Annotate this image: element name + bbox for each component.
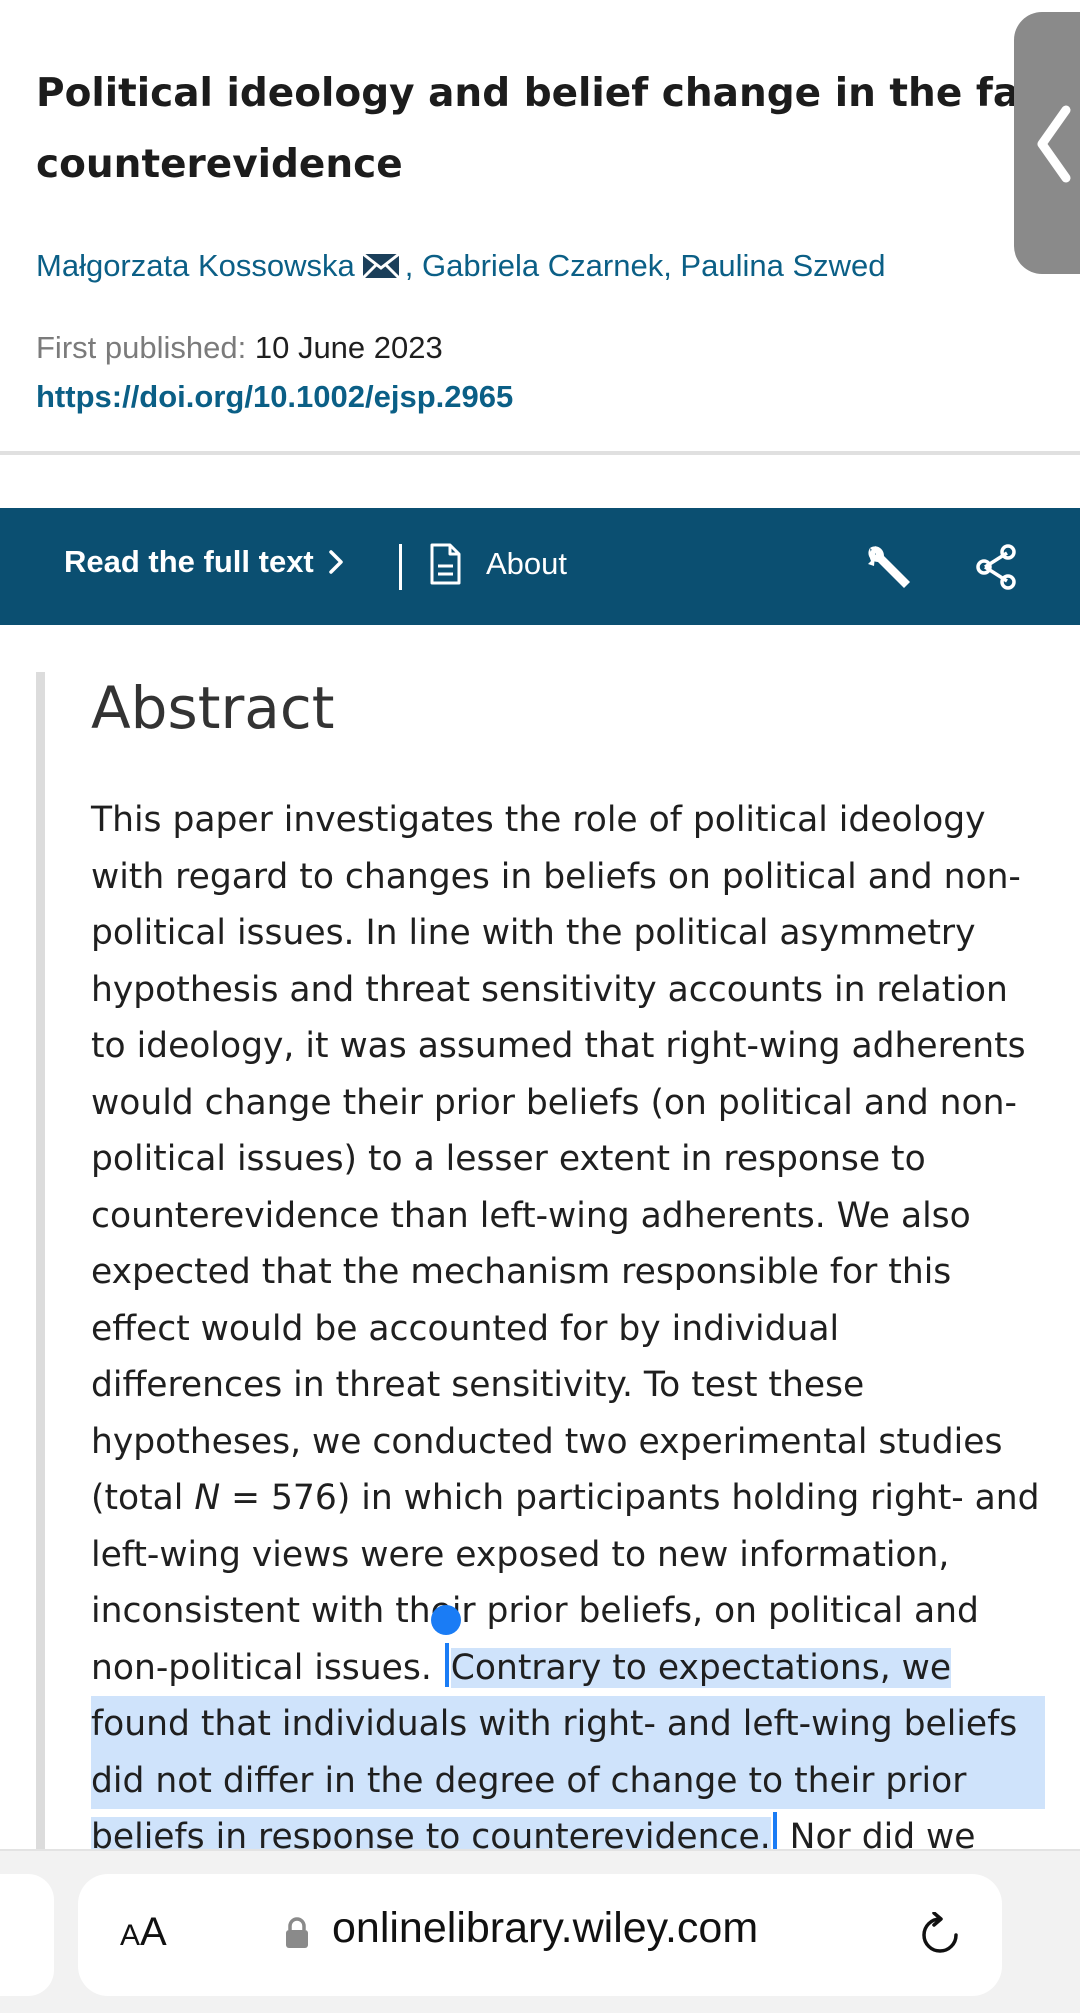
article-toolbar: Read the full text About xyxy=(0,508,1080,625)
toolbar-divider xyxy=(399,544,402,590)
abstract-line: hypotheses, we conducted two experimenta… xyxy=(91,1421,1003,1462)
chevron-right-icon xyxy=(329,550,343,574)
aa-large-letter: A xyxy=(140,1910,167,1954)
abstract-text[interactable]: This paper investigates the role of poli… xyxy=(91,792,1051,1866)
article-title: Political ideology and belief change in … xyxy=(36,58,1080,200)
aa-small-letter: A xyxy=(120,1919,141,1952)
author-list: Małgorzata Kossowska , Gabriela Czarnek,… xyxy=(36,248,1036,284)
wrench-icon[interactable] xyxy=(864,542,914,592)
abstract-line: left-wing views were exposed to new info… xyxy=(91,1534,950,1575)
mail-icon[interactable] xyxy=(361,251,401,281)
author-link-kossowska[interactable]: Małgorzata Kossowska xyxy=(36,248,355,284)
about-button[interactable]: About xyxy=(428,542,567,586)
side-panel-handle[interactable] xyxy=(1014,12,1080,274)
read-full-text-label: Read the full text xyxy=(64,544,314,579)
sample-size-symbol: N xyxy=(194,1478,221,1518)
first-published: First published: 10 June 2023 xyxy=(36,330,443,366)
document-icon xyxy=(430,543,461,585)
header-divider xyxy=(0,451,1080,455)
first-published-label: First published: xyxy=(36,330,247,365)
abstract-line: differences in threat sensitivity. To te… xyxy=(91,1365,865,1405)
doi-link[interactable]: https://doi.org/10.1002/ejsp.2965 xyxy=(36,379,513,415)
selected-text[interactable]: Contrary to expectations, we xyxy=(450,1647,952,1688)
abstract-text-fragment: non-political issues. xyxy=(91,1647,443,1688)
first-published-date: 10 June 2023 xyxy=(254,330,443,365)
abstract-heading: Abstract xyxy=(91,674,335,742)
selected-text[interactable]: found that individuals with right- and l… xyxy=(91,1696,1045,1753)
abstract-line: political issues. In line with the polit… xyxy=(91,913,976,953)
abstract-line: would change their prior beliefs (on pol… xyxy=(91,1082,1017,1123)
selection-start-handle[interactable] xyxy=(431,1605,461,1635)
abstract-line: non-political issues. Contrary to expect… xyxy=(91,1640,1051,1697)
abstract-text-fragment: = 576) in which participants holding rig… xyxy=(220,1478,1040,1518)
abstract-text-fragment: (total xyxy=(91,1478,195,1518)
reload-icon[interactable] xyxy=(917,1912,963,1958)
about-label: About xyxy=(486,546,568,581)
abstract-line: expected that the mechanism responsible … xyxy=(91,1252,952,1292)
abstract-accent-bar xyxy=(36,672,45,2013)
abstract-line: inconsistent with their prior beliefs, o… xyxy=(91,1591,979,1631)
abstract-line: This paper investigates the role of poli… xyxy=(91,800,986,840)
abstract-line: (total N = 576) in which participants ho… xyxy=(91,1470,1051,1527)
address-bar[interactable]: AA onlinelibrary.wiley.com xyxy=(78,1874,1002,1996)
share-icon[interactable] xyxy=(975,544,1017,590)
read-full-text-button[interactable]: Read the full text xyxy=(64,544,344,580)
abstract-line: effect would be accounted for by individ… xyxy=(91,1308,840,1349)
abstract-line: political issues) to a lesser extent in … xyxy=(91,1139,926,1179)
article-page: Political ideology and belief change in … xyxy=(0,0,1080,2013)
article-title-line-1: Political ideology and belief change in … xyxy=(36,71,1080,116)
abstract-line: counterevidence than left-wing adherents… xyxy=(91,1195,971,1236)
previous-tab-stub[interactable] xyxy=(0,1874,54,1996)
url-text[interactable]: onlinelibrary.wiley.com xyxy=(332,1904,758,1953)
abstract-line: to ideology, it was assumed that right-w… xyxy=(91,1026,1026,1066)
selected-text[interactable]: did not differ in the degree of change t… xyxy=(91,1752,1045,1809)
abstract-line: hypothesis and threat sensitivity accoun… xyxy=(91,969,1008,1010)
browser-toolbar: AA onlinelibrary.wiley.com xyxy=(0,1849,1080,2013)
selection-start-caret[interactable] xyxy=(444,1642,449,1687)
lock-icon xyxy=(286,1917,308,1948)
reader-text-size-button[interactable]: AA xyxy=(120,1910,167,1955)
abstract-line: with regard to changes in beliefs on pol… xyxy=(91,856,1021,897)
article-title-line-2: counterevidence xyxy=(36,142,403,187)
chevron-left-icon xyxy=(1037,105,1071,183)
author-links-others[interactable]: , Gabriela Czarnek, Paulina Szwed xyxy=(405,248,886,284)
